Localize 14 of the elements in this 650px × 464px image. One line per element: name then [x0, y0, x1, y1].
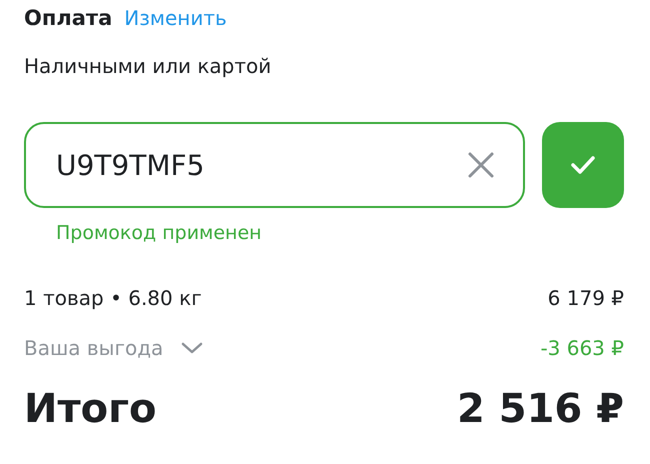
promo-status: Промокод применен [56, 222, 263, 246]
promo-code-field[interactable]: U9T9TMF5 [24, 122, 525, 208]
clear-icon[interactable] [467, 151, 495, 179]
check-icon [570, 155, 596, 175]
section-title: Оплата [24, 6, 112, 30]
savings-toggle[interactable]: Ваша выгода [24, 336, 204, 360]
savings-amount: -3 663 ₽ [540, 336, 624, 360]
change-link[interactable]: Изменить [124, 6, 227, 30]
payment-method: Наличными или картой [24, 54, 272, 80]
total-amount: 2 516 ₽ [456, 386, 624, 432]
apply-button[interactable] [542, 122, 624, 208]
items-summary: 1 товар • 6.80 кг [24, 286, 202, 310]
total-label: Итого [24, 386, 157, 432]
items-price: 6 179 ₽ [548, 286, 624, 310]
